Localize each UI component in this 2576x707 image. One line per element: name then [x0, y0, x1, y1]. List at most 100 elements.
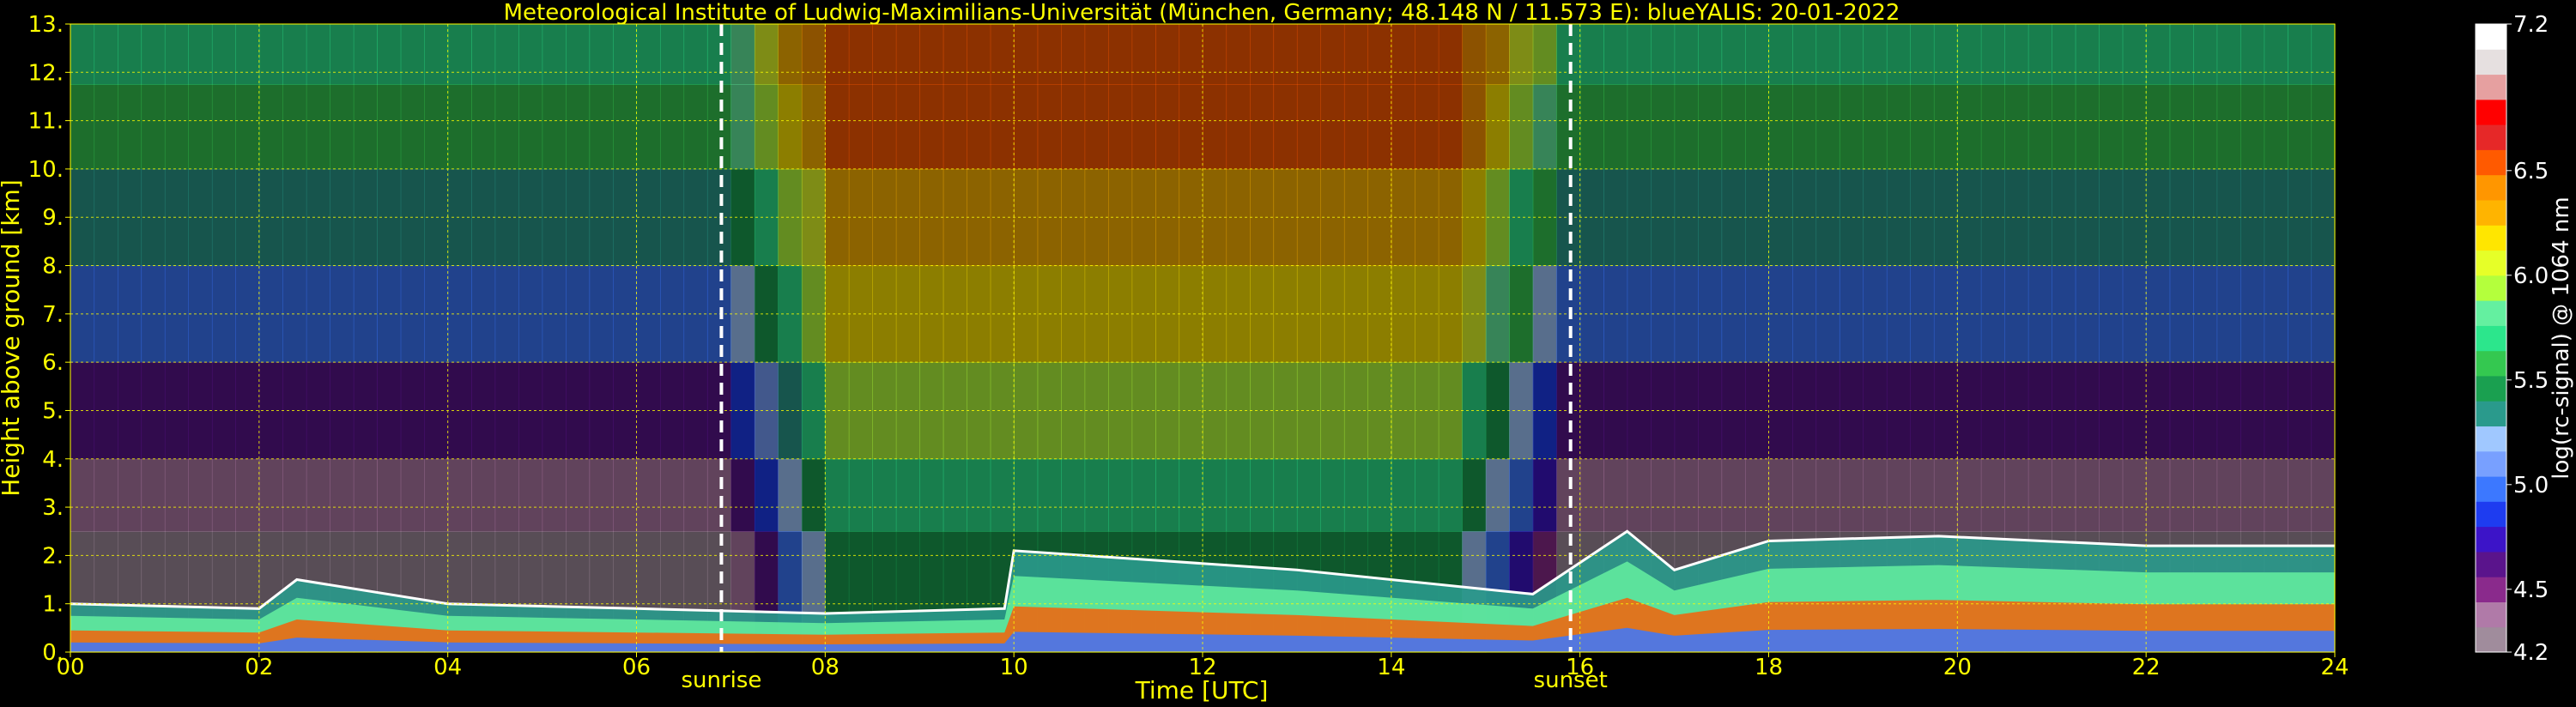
- heatmap-cell: [1226, 458, 1251, 532]
- heatmap-cell: [1343, 458, 1368, 532]
- heatmap-cell: [1863, 84, 1888, 170]
- heatmap-cell: [801, 458, 826, 532]
- heatmap-cell: [1273, 458, 1298, 532]
- colorbar-swatch: [2476, 551, 2506, 577]
- heatmap-cell: [683, 84, 708, 170]
- heatmap-cell: [1721, 84, 1746, 170]
- heatmap-cell: [2122, 84, 2147, 170]
- y-tick-label: 2.: [42, 543, 64, 569]
- x-tick-label: 04: [433, 655, 462, 680]
- x-tick-label: 02: [245, 655, 273, 680]
- heatmap-cell: [1438, 24, 1463, 85]
- heatmap-cell: [1296, 458, 1321, 532]
- heatmap-cell: [1792, 84, 1817, 170]
- heatmap-cell: [2193, 24, 2218, 85]
- heatmap-cell: [1108, 84, 1133, 170]
- heatmap-cell: [1556, 458, 1581, 532]
- heatmap-cell: [2288, 458, 2312, 532]
- y-tick-label: 13.: [28, 12, 64, 38]
- heatmap-cell: [1980, 24, 2005, 85]
- heatmap-cell: [1815, 24, 1840, 85]
- colorbar-swatch: [2476, 626, 2506, 653]
- heatmap-cell: [801, 24, 826, 85]
- heatmap-cell: [848, 458, 873, 532]
- heatmap-cell: [141, 84, 166, 170]
- heatmap-cell: [1627, 458, 1652, 532]
- heatmap-cell: [919, 24, 944, 85]
- heatmap-cell: [2075, 458, 2100, 532]
- colorbar-swatch: [2476, 250, 2506, 276]
- heatmap-cell: [282, 84, 307, 170]
- heatmap-cell: [1933, 84, 1958, 170]
- heatmap-cell: [1179, 24, 1203, 85]
- colorbar-swatch: [2476, 601, 2506, 628]
- heatmap-cell: [282, 24, 307, 85]
- heatmap-cell: [282, 458, 307, 532]
- heatmap-cell: [1462, 24, 1487, 85]
- heatmap-cell: [1438, 84, 1463, 170]
- heatmap-cell: [2311, 458, 2336, 532]
- heatmap-cell: [1603, 24, 1628, 85]
- heatmap-cell: [990, 458, 1015, 532]
- heatmap-cell: [566, 84, 591, 170]
- heatmap-cell: [1320, 84, 1345, 170]
- heatmap-cell: [70, 84, 95, 170]
- heatmap-cell: [943, 84, 967, 170]
- heatmap-cell: [1462, 458, 1487, 532]
- colorbar-swatch: [2476, 225, 2506, 251]
- heatmap-cell: [1556, 84, 1581, 170]
- heatmap-cell: [1155, 84, 1180, 170]
- colorbar-tick-label: 6.5: [2513, 159, 2549, 184]
- y-tick-label: 10.: [28, 157, 64, 183]
- colorbar-label: log(rc-signal) @ 1064 nm: [2549, 196, 2574, 479]
- heatmap-cell: [1745, 84, 1770, 170]
- heatmap-cell: [94, 84, 118, 170]
- heatmap-cell: [1933, 24, 1958, 85]
- heatmap-cell: [2240, 24, 2265, 85]
- heatmap-cell: [2216, 84, 2241, 170]
- colorbar-ticks: 4.2 4.5 5.0 5.5 6.0 6.5 7.2: [2506, 12, 2549, 666]
- y-tick-label: 0.: [42, 640, 64, 666]
- heatmap-cell: [1509, 84, 1534, 170]
- heatmap-cell: [1933, 458, 1958, 532]
- heatmap-cell: [1532, 458, 1557, 532]
- colorbar-swatch: [2476, 49, 2506, 76]
- colorbar-swatch: [2476, 174, 2506, 201]
- heatmap-cell: [1061, 458, 1086, 532]
- heatmap-cell: [400, 84, 425, 170]
- heatmap-cell: [400, 458, 425, 532]
- heatmap-cell: [1957, 84, 1982, 170]
- y-axis: 0. 1. 2. 3. 4. 5. 6. 7. 8. 9. 10. 11. 12. 13.: [28, 12, 70, 666]
- heatmap-cell: [2052, 24, 2076, 85]
- heatmap-cell: [1674, 24, 1699, 85]
- heatmap-cell: [1745, 24, 1770, 85]
- heatmap-cell: [1014, 24, 1039, 85]
- heatmap-cell: [2169, 458, 2194, 532]
- colorbar-swatch: [2476, 275, 2506, 301]
- heatmap-cell: [1203, 84, 1227, 170]
- heatmap-cell: [235, 84, 260, 170]
- heatmap-cell: [518, 458, 543, 532]
- y-tick-label: 6.: [42, 350, 64, 376]
- y-tick-label: 12.: [28, 60, 64, 86]
- heatmap-cell: [2169, 84, 2194, 170]
- heatmap-cell: [1721, 458, 1746, 532]
- x-tick-label: 24: [2320, 655, 2349, 680]
- heatmap-cell: [1296, 24, 1321, 85]
- heatmap-cell: [2099, 24, 2124, 85]
- heatmap-cell: [2075, 84, 2100, 170]
- heatmap-cell: [330, 84, 355, 170]
- heatmap-cell: [1343, 24, 1368, 85]
- y-tick-label: 11.: [28, 109, 64, 135]
- sunset-label: sunset: [1534, 668, 1608, 693]
- heatmap-cell: [1603, 84, 1628, 170]
- y-tick-label: 8.: [42, 254, 64, 280]
- heatmap-cell: [471, 24, 496, 85]
- heatmap-cell: [258, 84, 283, 170]
- heatmap-cell: [967, 458, 991, 532]
- heatmap-cell: [2004, 458, 2029, 532]
- heatmap-cell: [235, 24, 260, 85]
- heatmap-cell: [1061, 24, 1086, 85]
- heatmap-cell: [1792, 24, 1817, 85]
- heatmap-cell: [1556, 24, 1581, 85]
